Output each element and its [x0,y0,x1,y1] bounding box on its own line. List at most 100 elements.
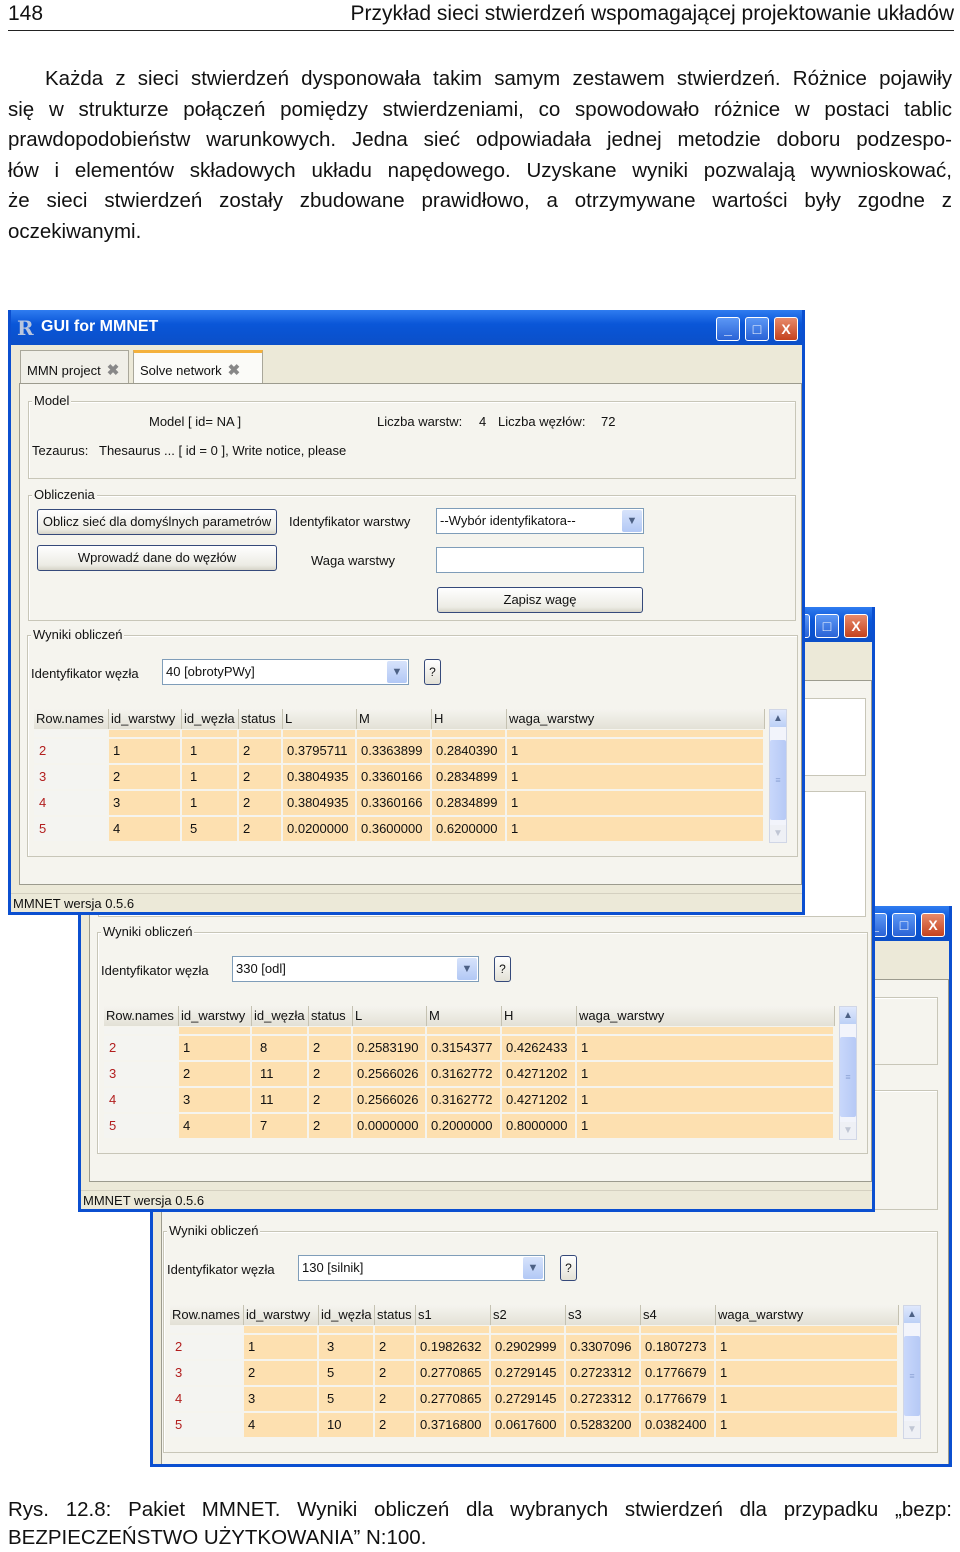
vertical-scrollbar[interactable]: ▲ ≡ ▼ [903,1305,921,1439]
maximize-button[interactable]: □ [815,614,839,638]
close-button[interactable]: X [774,317,798,341]
table-cell-partial [716,1326,897,1333]
chevron-down-icon[interactable]: ▼ [622,510,642,532]
table-cell: 0.2566026 [353,1062,425,1086]
table-cell: 7 [252,1114,307,1138]
scroll-down-icon[interactable]: ▼ [770,825,786,842]
table-cell-partial [507,730,763,737]
tab-mmn-project[interactable]: MMN project ✖ [20,350,129,383]
column-header[interactable]: id_węzła [252,1006,309,1026]
column-header[interactable]: s1 [416,1305,491,1325]
column-header[interactable]: waga_warstwy [716,1305,899,1325]
scroll-thumb[interactable]: ≡ [770,740,786,820]
column-header[interactable]: Row.names [104,1006,179,1026]
scroll-thumb[interactable]: ≡ [904,1336,920,1416]
row-name-cell: 3 [104,1062,177,1086]
help-button[interactable]: ? [560,1255,577,1281]
column-header[interactable]: H [432,709,507,729]
paragraph-line: łów i elementów składowych układu napędo… [8,158,952,182]
column-header[interactable]: id_węzła [182,709,239,729]
column-header[interactable]: id_warstwy [109,709,182,729]
row-name-cell: 5 [170,1413,242,1437]
mmnet-window-1: R GUI for MMNET _ □ X MMN project ✖ Solve… [8,310,805,915]
table-cell: 4 [244,1413,317,1437]
close-tab-icon[interactable]: ✖ [228,361,241,379]
column-header[interactable]: Row.names [170,1305,244,1325]
enter-node-data-button[interactable]: Wprowadź dane do węzłów [37,545,277,571]
column-header[interactable]: status [375,1305,416,1325]
table-cell: 0.3804935 [283,765,355,789]
column-header[interactable]: status [239,709,283,729]
table-cell: 2 [239,791,281,815]
vertical-scrollbar[interactable]: ▲ ≡ ▼ [769,709,787,843]
table-cell: 0.2770865 [416,1387,489,1411]
column-header[interactable]: s4 [641,1305,716,1325]
column-header[interactable]: L [353,1006,427,1026]
close-button[interactable]: X [844,614,868,638]
scroll-thumb[interactable]: ≡ [840,1037,856,1117]
close-button[interactable]: X [921,913,945,937]
column-header[interactable]: s2 [491,1305,566,1325]
close-tab-icon[interactable]: ✖ [107,361,120,379]
node-id-select[interactable]: 130 [silnik] ▼ [298,1255,545,1281]
scroll-down-icon[interactable]: ▼ [840,1122,856,1139]
column-header[interactable]: M [427,1006,502,1026]
tab-solve-network[interactable]: Solve network ✖ [133,350,263,383]
column-header[interactable]: status [309,1006,353,1026]
chevron-down-icon[interactable]: ▼ [387,661,407,683]
maximize-button[interactable]: □ [745,317,769,341]
table-cell: 2 [109,765,180,789]
table-cell: 1 [109,739,180,763]
table-cell-partial [309,1027,351,1034]
column-header[interactable]: waga_warstwy [507,709,765,729]
chevron-down-icon[interactable]: ▼ [457,958,477,980]
table-cell: 2 [244,1361,317,1385]
scroll-up-icon[interactable]: ▲ [904,1306,920,1323]
weight-input[interactable] [436,547,644,573]
table-cell: 0.2729145 [491,1361,564,1385]
table-cell: 2 [239,765,281,789]
table-cell-partial [577,1027,833,1034]
table-cell-partial [416,1326,489,1333]
column-header[interactable]: id_warstwy [244,1305,319,1325]
layer-id-value: --Wybór identyfikatora-- [440,513,576,528]
column-header[interactable]: H [502,1006,577,1026]
column-header[interactable]: s3 [566,1305,641,1325]
table-cell-partial [375,1326,414,1333]
minimize-button[interactable]: _ [716,317,740,341]
scroll-up-icon[interactable]: ▲ [840,1007,856,1024]
results-fieldset: Wyniki obliczeń Identyfikator węzła 330 [o… [97,924,868,1154]
node-id-select[interactable]: 40 [obrotyPWy] ▼ [162,659,409,685]
node-id-value: 40 [obrotyPWy] [166,664,255,679]
thesaurus-value: Thesaurus ... [ id = 0 ], Write notice, … [99,443,347,458]
compute-default-button[interactable]: Oblicz sieć dla domyślnych parametrów [37,509,277,535]
layer-id-select[interactable]: --Wybór identyfikatora-- ▼ [436,508,644,534]
title-bar[interactable]: R GUI for MMNET _ □ X [11,310,802,345]
column-header[interactable]: id_węzła [319,1305,375,1325]
column-header[interactable]: Row.names [34,709,109,729]
table-cell: 0.2834899 [432,791,505,815]
scroll-down-icon[interactable]: ▼ [904,1421,920,1438]
table-cell: 3 [179,1088,250,1112]
maximize-button[interactable]: □ [892,913,916,937]
table-cell: 0.2834899 [432,765,505,789]
table-cell: 1 [507,817,763,841]
column-header[interactable]: M [357,709,432,729]
vertical-scrollbar[interactable]: ▲ ≡ ▼ [839,1006,857,1140]
save-weight-button[interactable]: Zapisz wagę [437,587,643,613]
row-name-cell: 2 [34,739,107,763]
table-cell: 0.2729145 [491,1387,564,1411]
help-button[interactable]: ? [424,659,441,685]
node-id-select[interactable]: 330 [odl] ▼ [232,956,479,982]
scroll-up-icon[interactable]: ▲ [770,710,786,727]
column-header[interactable]: L [283,709,357,729]
chevron-down-icon[interactable]: ▼ [523,1257,543,1279]
table-cell: 0.2723312 [566,1361,639,1385]
thesaurus-label: Tezaurus: [32,443,89,458]
column-header[interactable]: waga_warstwy [577,1006,835,1026]
table-cell: 1 [577,1036,833,1060]
help-button[interactable]: ? [494,956,511,982]
table-cell: 1 [179,1036,250,1060]
column-header[interactable]: id_warstwy [179,1006,252,1026]
layers-label: Liczba warstw: [377,414,463,429]
